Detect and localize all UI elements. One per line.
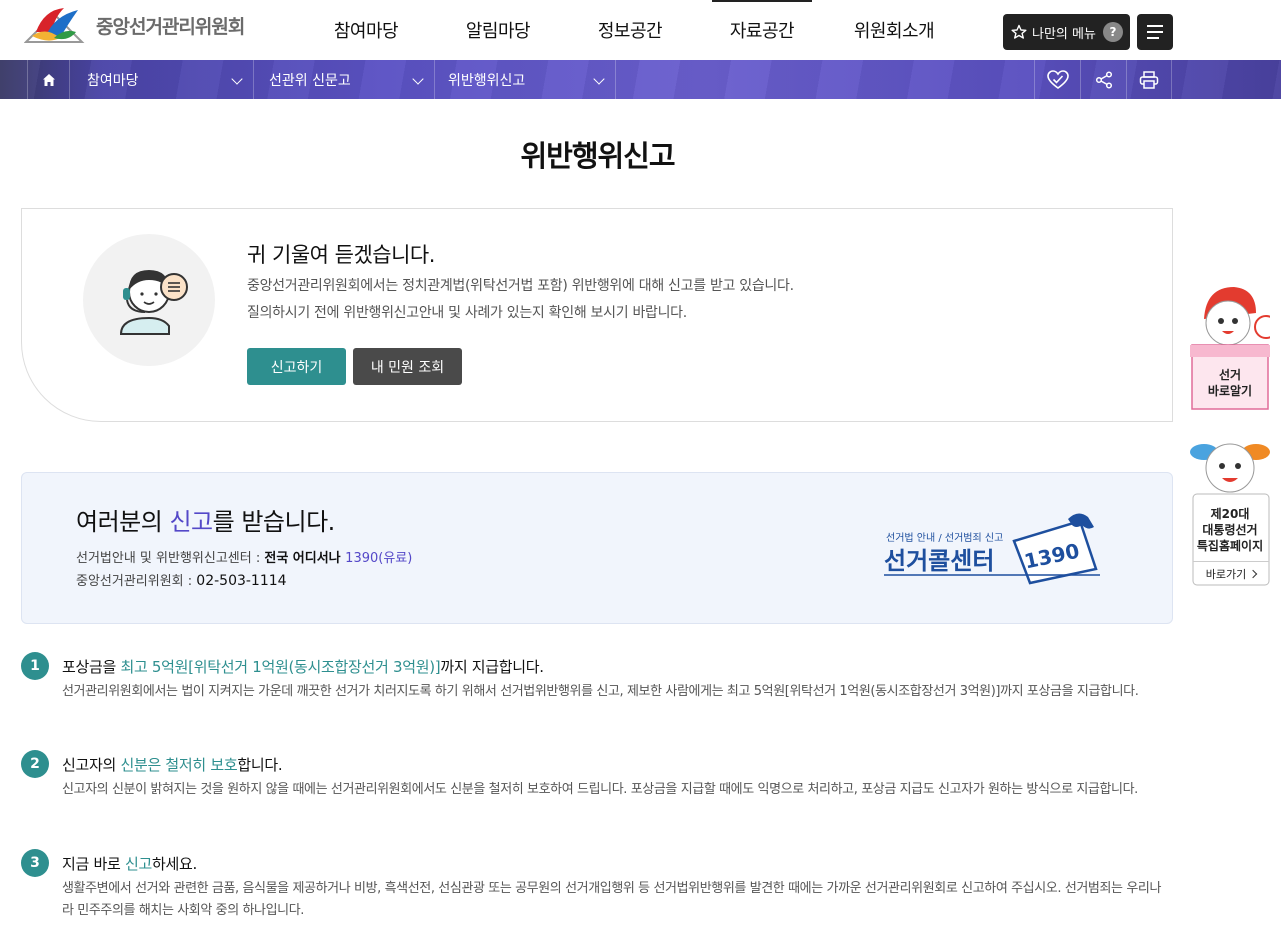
nav-notice[interactable]: 알림마당 [432, 0, 564, 60]
banner2-line1: 제20대 [1210, 507, 1250, 521]
step-number: 1 [21, 652, 49, 680]
banner2-line3: 특집홈페이지 [1196, 539, 1264, 553]
chevron-down-icon [593, 73, 605, 85]
help-icon[interactable]: ? [1102, 22, 1123, 42]
callcenter-heading: 여러분의 신고를 받습니다. [76, 508, 335, 536]
banner1-line2: 바로알기 [1207, 384, 1253, 398]
callcenter-line-2: 중앙선거관리위원회 : 02-503-1114 [76, 573, 287, 589]
home-icon [42, 73, 55, 86]
nav-participation[interactable]: 참여마당 [300, 0, 432, 60]
intro-text-2: 질의하시기 전에 위반행위신고안내 및 사례가 있는지 확인해 보시기 바랍니다… [247, 305, 687, 321]
share-button[interactable] [1080, 60, 1126, 99]
my-complaint-lookup-button[interactable]: 내 민원 조회 [353, 348, 462, 385]
my-menu-button[interactable]: 나만의 메뉴 ? [1003, 14, 1130, 50]
banner2-go-label: 바로가기 [1205, 567, 1247, 581]
step-number: 3 [21, 849, 49, 877]
intro-text-1: 중앙선거관리위원회에서는 정치관계법(위탁선거법 포함) 위반행위에 대해 신고… [247, 278, 794, 294]
item-title: 지금 바로 신고하세요. [62, 855, 197, 873]
chevron-down-icon [412, 73, 424, 85]
step-number: 2 [21, 750, 49, 778]
main-navigation: 참여마당 알림마당 정보공간 자료공간 위원회소개 [300, 0, 960, 60]
star-icon [1011, 24, 1027, 39]
svg-text:선거법 안내 / 선거범죄 신고: 선거법 안내 / 선거범죄 신고 [886, 532, 1003, 544]
counselor-icon [83, 234, 215, 366]
nav-information[interactable]: 정보공간 [564, 0, 696, 60]
item-title: 신고자의 신분은 철저히 보호합니다. [62, 756, 283, 774]
breadcrumb: 참여마당 선관위 신문고 위반행위신고 [0, 60, 1281, 99]
election-guide-banner[interactable]: 선거 바로알기 [1190, 283, 1278, 411]
logo-emblem-icon [24, 8, 85, 43]
banner1-line1: 선거 [1218, 368, 1242, 382]
item-description: 선거관리위원회에서는 법이 지켜지는 가운데 깨끗한 선거가 치러지도록 하기 … [62, 684, 1139, 699]
callcenter-box: 여러분의 신고를 받습니다. 선거법안내 및 위반행위신고센터 : 전국 어디서… [21, 472, 1173, 624]
breadcrumb-level3-label: 위반행위신고 [448, 72, 526, 89]
banner2-line2: 대통령선거 [1202, 523, 1258, 537]
breadcrumb-level2[interactable]: 선관위 신문고 [254, 60, 435, 99]
intro-heading: 귀 기울여 듣겠습니다. [247, 243, 435, 267]
item-title: 포상금을 최고 5억원[위탁선거 1억원(동시조합장선거 3억원)]까지 지급합… [62, 658, 544, 676]
nav-resources[interactable]: 자료공간 [696, 0, 828, 60]
breadcrumb-home[interactable] [27, 60, 70, 99]
nav-about[interactable]: 위원회소개 [828, 0, 960, 60]
chevron-right-icon [1248, 569, 1258, 578]
intro-box: 귀 기울여 듣겠습니다. 중앙선거관리위원회에서는 정치관계법(위탁선거법 포함… [21, 208, 1173, 422]
item-description: 신고자의 신분이 밝혀지는 것을 원하지 않을 때에는 선거관리위원회에서도 신… [62, 782, 1138, 797]
favorite-button[interactable] [1034, 60, 1080, 99]
banner2-go-button[interactable]: 바로가기 [1193, 561, 1269, 585]
site-header: 중앙선거관리위원회 참여마당 알림마당 정보공간 자료공간 위원회소개 나만의 … [0, 0, 1281, 60]
callcenter-line-1: 선거법안내 및 위반행위신고센터 : 전국 어디서나 1390(유료) [76, 551, 413, 566]
breadcrumb-level1[interactable]: 참여마당 [70, 60, 254, 99]
page-title: 위반행위신고 [520, 139, 675, 173]
report-button[interactable]: 신고하기 [247, 348, 346, 385]
chevron-down-icon [231, 73, 243, 85]
heart-check-icon [1046, 69, 1069, 89]
site-logo[interactable]: 중앙선거관리위원회 [24, 2, 245, 48]
svg-text:선거콜센터: 선거콜센터 [884, 547, 994, 575]
breadcrumb-level3[interactable]: 위반행위신고 [435, 60, 616, 99]
share-icon [1095, 70, 1112, 89]
print-button[interactable] [1126, 60, 1172, 99]
my-menu-label: 나만의 메뉴 [1032, 26, 1096, 42]
breadcrumb-level2-label: 선관위 신문고 [269, 72, 351, 89]
item-description: 생활주변에서 선거와 관련한 금품, 음식물을 제공하거나 비방, 흑색선전, … [62, 881, 1162, 918]
hamburger-icon[interactable] [1137, 14, 1173, 50]
callcenter-logo: 1390 선거법 안내 / 선거범죄 신고 선거콜센터 [884, 513, 1100, 585]
logo-text: 중앙선거관리위원회 [96, 15, 245, 38]
print-icon [1139, 70, 1159, 89]
breadcrumb-level1-label: 참여마당 [87, 72, 139, 89]
